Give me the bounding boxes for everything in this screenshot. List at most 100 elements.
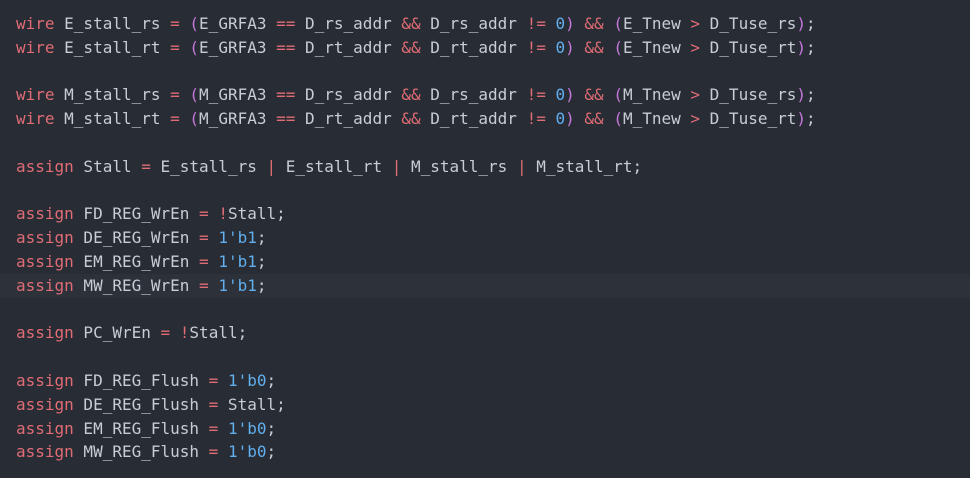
code-token-kw: assign xyxy=(16,156,74,176)
code-line[interactable]: assign PC_WrEn = !Stall; xyxy=(16,321,970,345)
code-token-id: M_GRFA3 xyxy=(199,109,277,129)
code-token-num: 1'b0 xyxy=(227,442,267,462)
code-token-id: Stall; xyxy=(227,204,286,224)
code-token-op: = xyxy=(141,156,151,176)
blank-line[interactable] xyxy=(16,345,970,369)
code-token-id: D_Tuse_rt xyxy=(700,109,797,129)
code-token-paren: ) xyxy=(796,37,806,57)
code-token-op: ! xyxy=(218,204,228,224)
code-token-id: M_stall_rt; xyxy=(526,156,643,176)
code-token-id: D_Tuse_rt xyxy=(700,37,797,57)
code-token-id: D_rt_addr xyxy=(295,109,402,129)
code-token-op: = xyxy=(199,275,209,295)
code-token-id xyxy=(218,371,228,390)
code-token-op: = xyxy=(208,442,219,462)
code-token-op: == xyxy=(276,109,296,129)
code-editor[interactable]: wire E_stall_rs = (E_GRFA3 == D_rs_addr … xyxy=(0,0,970,478)
code-token-id: FD_REG_Flush xyxy=(73,370,209,390)
code-token-id xyxy=(209,276,219,295)
code-token-id xyxy=(180,14,190,33)
code-token-id xyxy=(209,204,219,223)
code-token-op: && xyxy=(401,37,421,57)
code-token-paren: ( xyxy=(189,109,200,129)
code-token-id xyxy=(575,85,585,104)
code-token-id: EM_REG_Flush xyxy=(73,418,209,438)
code-line[interactable]: wire E_stall_rt = (E_GRFA3 == D_rt_addr … xyxy=(16,36,970,60)
code-line[interactable]: wire M_stall_rt = (M_GRFA3 == D_rt_addr … xyxy=(16,107,970,131)
code-token-num: 0 xyxy=(555,109,566,129)
code-token-op: == xyxy=(276,14,296,33)
code-token-kw: assign xyxy=(16,275,74,295)
code-line[interactable]: wire E_stall_rs = (E_GRFA3 == D_rs_addr … xyxy=(16,12,970,36)
code-token-op: = xyxy=(199,251,209,271)
code-token-id xyxy=(604,38,614,57)
code-token-op: = xyxy=(208,370,219,390)
code-token-op: = xyxy=(170,85,180,105)
code-token-id: D_rt_addr xyxy=(295,37,402,57)
code-token-op: | xyxy=(391,156,402,176)
code-token-num: 1'b1 xyxy=(218,228,257,248)
code-token-op: != xyxy=(526,37,546,57)
code-token-id: M_stall_rs xyxy=(54,85,171,105)
code-token-id xyxy=(170,323,180,342)
code-token-op: = xyxy=(199,228,209,248)
code-token-op: && xyxy=(401,85,421,105)
code-token-id xyxy=(218,419,228,438)
code-token-id: E_Tnew xyxy=(622,14,691,33)
code-token-op: = xyxy=(199,204,209,224)
code-token-id: ; xyxy=(806,85,816,105)
blank-line[interactable] xyxy=(16,60,970,84)
code-line[interactable]: wire M_stall_rs = (M_GRFA3 == D_rs_addr … xyxy=(16,83,970,107)
code-token-id: ; xyxy=(806,109,816,129)
code-line[interactable]: assign FD_REG_Flush = 1'b0; xyxy=(16,369,970,393)
code-token-id: D_rt_addr xyxy=(420,37,527,57)
code-token-op: = xyxy=(160,323,171,343)
code-token-op: ! xyxy=(179,323,190,343)
code-token-id: ; xyxy=(806,14,816,33)
blank-line[interactable] xyxy=(16,131,970,155)
code-line[interactable]: assign DE_REG_Flush = Stall; xyxy=(16,393,970,417)
code-line[interactable]: assign MW_REG_WrEn = 1'b1; xyxy=(0,273,970,298)
code-token-id: Stall xyxy=(73,156,142,176)
code-token-op: && xyxy=(584,14,604,33)
code-token-op: == xyxy=(276,85,296,105)
code-token-num: 0 xyxy=(555,14,566,33)
code-token-op: = xyxy=(170,14,180,33)
code-token-id: Stall; xyxy=(218,394,286,414)
code-line[interactable]: assign EM_REG_WrEn = 1'b1; xyxy=(16,250,970,274)
code-token-id xyxy=(180,38,190,57)
code-token-id: M_Tnew xyxy=(622,109,691,129)
code-token-op: > xyxy=(690,37,701,57)
code-token-id xyxy=(575,38,585,57)
code-token-op: > xyxy=(690,85,701,105)
code-line[interactable]: assign MW_REG_Flush = 1'b0; xyxy=(16,440,970,464)
code-token-kw: assign xyxy=(16,418,74,438)
code-line[interactable]: assign DE_REG_WrEn = 1'b1; xyxy=(16,226,970,250)
code-token-id: D_rs_addr xyxy=(295,14,402,33)
code-token-op: | xyxy=(516,156,527,176)
code-token-id: E_Tnew xyxy=(622,37,691,57)
code-token-id: M_Tnew xyxy=(622,85,691,105)
code-token-id: E_GRFA3 xyxy=(199,14,277,33)
code-token-num: 1'b0 xyxy=(227,418,267,438)
code-token-kw: assign xyxy=(16,394,74,414)
code-line[interactable]: assign EM_REG_Flush = 1'b0; xyxy=(16,417,970,441)
code-line[interactable]: assign Stall = E_stall_rs | E_stall_rt |… xyxy=(16,155,970,179)
code-token-id: FD_REG_WrEn xyxy=(73,204,200,224)
code-token-kw: wire xyxy=(16,37,55,57)
blank-line[interactable] xyxy=(16,298,970,322)
code-token-op: != xyxy=(526,14,546,33)
code-line[interactable]: assign FD_REG_WrEn = !Stall; xyxy=(16,202,970,226)
code-token-num: 1'b1 xyxy=(218,251,257,271)
code-token-kw: wire xyxy=(16,85,55,105)
code-token-kw: assign xyxy=(16,370,74,390)
code-token-num: 1'b0 xyxy=(227,370,267,390)
code-area[interactable]: wire E_stall_rs = (E_GRFA3 == D_rs_addr … xyxy=(0,12,970,464)
code-token-id: E_stall_rt xyxy=(276,156,392,176)
code-token-id xyxy=(180,85,190,104)
code-token-id: D_Tuse_rs xyxy=(700,85,797,105)
code-token-paren: ( xyxy=(189,14,200,33)
blank-line[interactable] xyxy=(16,179,970,203)
code-token-paren: ) xyxy=(565,109,575,129)
code-token-id: ; xyxy=(256,251,267,271)
